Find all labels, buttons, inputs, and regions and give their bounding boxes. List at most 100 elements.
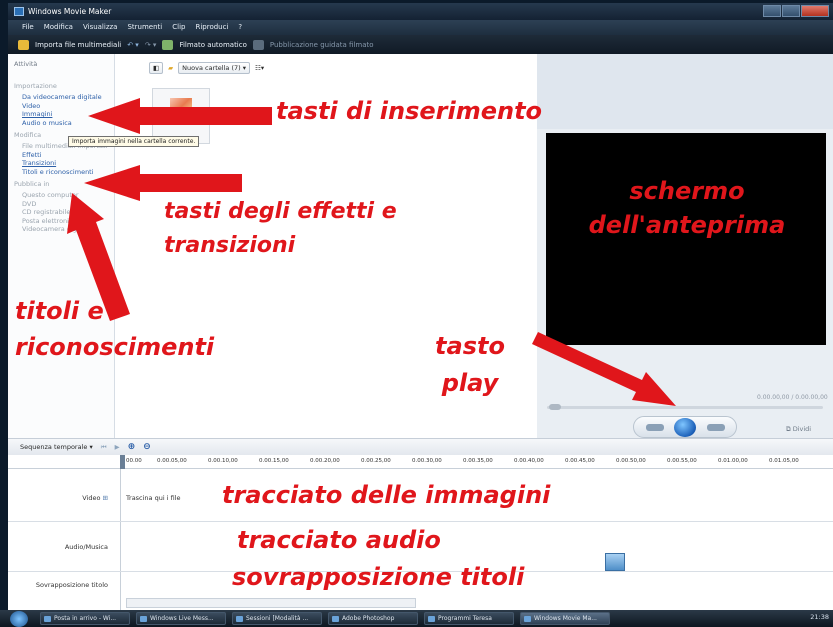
split-label: Dividi — [792, 425, 812, 433]
taskbar-item-active[interactable]: Windows Movie Ma... — [520, 612, 610, 625]
annotation-preview-line1: schermo — [629, 177, 745, 205]
video-drop-zone[interactable]: Trascina qui i file — [126, 494, 181, 502]
import-images-link[interactable]: Immagini — [14, 110, 114, 119]
tasks-title: Attività — [14, 60, 38, 68]
title-bar: Windows Movie Maker — [8, 3, 833, 20]
taskbar-item[interactable]: Sessioni [Modalità ... — [232, 612, 322, 625]
preview-pane: 0.00.00,00 / 0.00.00,00 ⧉ Dividi — [537, 54, 833, 438]
taskbar: Posta in arrivo - Wi... Windows Live Mes… — [0, 610, 833, 627]
track-label-video: Video ⊞ — [82, 494, 108, 502]
window-title: Windows Movie Maker — [28, 7, 112, 16]
publish-movie-button[interactable]: Pubblicazione guidata filmato — [270, 41, 374, 49]
menu-modifica[interactable]: Modifica — [44, 20, 73, 35]
publish-cd-link[interactable]: CD registrabile — [14, 208, 114, 217]
undo-icon[interactable]: ↶ ▾ — [127, 41, 139, 49]
collection-dropdown-label: Nuova cartella (7) — [182, 64, 241, 72]
titles-credits-link[interactable]: Titoli e riconoscimenti — [14, 168, 114, 177]
effects-link[interactable]: Effetti — [14, 151, 114, 160]
expand-video-icon[interactable]: ⊞ — [103, 494, 108, 502]
taskbar-item[interactable]: Posta in arrivo - Wi... — [40, 612, 130, 625]
tasks-toggle-button[interactable]: ◧ — [149, 62, 164, 74]
ruler-tick: 0.00.15,00 — [259, 458, 289, 464]
start-button[interactable] — [10, 611, 28, 627]
taskbar-item[interactable]: Adobe Photoshop — [328, 612, 418, 625]
import-audio-link[interactable]: Audio o musica — [14, 119, 114, 128]
tasks-pane: Attività Importazione Da videocamera dig… — [8, 54, 115, 438]
movie-maker-icon — [14, 7, 24, 16]
annotation-effects-line2: transizioni — [164, 233, 296, 258]
menu-riproduci[interactable]: Riproduci — [195, 20, 228, 35]
next-frame-button[interactable] — [707, 424, 725, 431]
redo-icon[interactable]: ↷ ▾ — [145, 41, 157, 49]
ruler-tick: 0.00.25,00 — [361, 458, 391, 464]
split-button[interactable]: ⧉ Dividi — [786, 425, 811, 434]
preview-header — [537, 54, 833, 129]
menu-clip[interactable]: Clip — [172, 20, 185, 35]
timeline-view-dropdown[interactable]: Sequenza temporale ▾ — [20, 443, 93, 451]
ruler-tick: 0.00.35,00 — [463, 458, 493, 464]
previous-frame-button[interactable] — [646, 424, 664, 431]
auto-movie-button[interactable]: Filmato automatico — [179, 41, 246, 49]
play-button[interactable] — [674, 418, 696, 437]
annotation-preview-line2: dell'anteprima — [588, 211, 786, 239]
folder-icon: ▰ — [168, 64, 174, 72]
import-media-button[interactable]: Importa file multimediali — [35, 41, 121, 49]
track-label-title-overlay: Sovrapposizione titolo — [35, 581, 108, 589]
main-toolbar: Importa file multimediali ↶ ▾ ↷ ▾ Filmat… — [8, 35, 833, 54]
ruler-tick: 0.00.10,00 — [208, 458, 238, 464]
menu-file[interactable]: File — [22, 20, 34, 35]
collection-dropdown[interactable]: Nuova cartella (7) ▾ — [178, 62, 250, 74]
publish-icon — [252, 39, 264, 50]
publish-group-heading: Pubblica in — [14, 180, 50, 188]
zoom-in-icon[interactable]: ⊕ — [128, 442, 136, 452]
track-separator — [120, 469, 121, 610]
maximize-button[interactable] — [782, 5, 800, 17]
annotation-effects-line1: tasti degli effetti e — [164, 199, 397, 224]
collection-toolbar: ◧ ▰ Nuova cartella (7) ▾ ☷▾ — [149, 62, 264, 74]
ruler-tick: 0.00.55,00 — [667, 458, 697, 464]
seek-bar[interactable] — [547, 404, 823, 410]
annotation-titles-line1: titoli e — [15, 297, 104, 325]
ruler-tick: 0.00.05,00 — [157, 458, 187, 464]
timeline-scrollbar[interactable] — [126, 598, 416, 608]
taskbar-item[interactable]: Programmi Teresa — [424, 612, 514, 625]
track-divider — [8, 521, 833, 522]
import-icon — [18, 39, 29, 50]
ruler-tick: 0.00.45,00 — [565, 458, 595, 464]
track-label-audio: Audio/Musica — [64, 543, 108, 551]
import-video-link[interactable]: Video — [14, 102, 114, 111]
close-button[interactable] — [801, 5, 829, 17]
rewind-icon[interactable]: ⏮ — [101, 443, 107, 452]
annotation-audio-track: tracciato audio — [237, 526, 441, 554]
minimize-button[interactable] — [763, 5, 781, 17]
zoom-out-icon[interactable]: ⊖ — [143, 442, 151, 452]
ruler-tick: 00.00 — [126, 458, 142, 464]
taskbar-item[interactable]: Windows Live Mess... — [136, 612, 226, 625]
timeline-view-label: Sequenza temporale — [20, 443, 88, 451]
publish-camera-link[interactable]: Videocamera digitale — [14, 225, 114, 234]
ruler-tick: 0.01.00,00 — [718, 458, 748, 464]
thumbnail-image — [170, 98, 192, 116]
play-timeline-icon[interactable]: ▶ — [115, 443, 120, 451]
playback-controls — [633, 416, 737, 438]
preview-monitor — [546, 133, 826, 345]
menu-bar: File Modifica Visualizza Strumenti Clip … — [8, 20, 833, 35]
view-options-icon[interactable]: ☷▾ — [255, 64, 264, 72]
menu-help[interactable]: ? — [238, 20, 242, 35]
seek-handle[interactable] — [549, 404, 561, 410]
annotation-play-line2: play — [441, 369, 499, 397]
preview-time: 0.00.00,00 / 0.00.00,00 — [757, 394, 828, 401]
annotation-insert-buttons: tasti di inserimento — [276, 97, 543, 125]
timeline-ruler[interactable]: 00.00 0.00.05,00 0.00.10,00 0.00.15,00 0… — [8, 455, 833, 469]
publish-computer-link[interactable]: Questo computer — [14, 191, 114, 200]
import-from-camera-link[interactable]: Da videocamera digitale — [14, 93, 114, 102]
publish-dvd-link[interactable]: DVD — [14, 200, 114, 209]
menu-strumenti[interactable]: Strumenti — [127, 20, 162, 35]
import-images-tooltip: Importa immagini nella cartella corrente… — [68, 136, 200, 147]
publish-email-link[interactable]: Posta elettronica — [14, 217, 114, 226]
menu-visualizza[interactable]: Visualizza — [83, 20, 117, 35]
audio-clip-icon[interactable] — [605, 553, 625, 571]
playhead[interactable] — [120, 455, 125, 469]
ruler-tick: 0.00.20,00 — [310, 458, 340, 464]
transitions-link[interactable]: Transizioni — [14, 159, 114, 168]
